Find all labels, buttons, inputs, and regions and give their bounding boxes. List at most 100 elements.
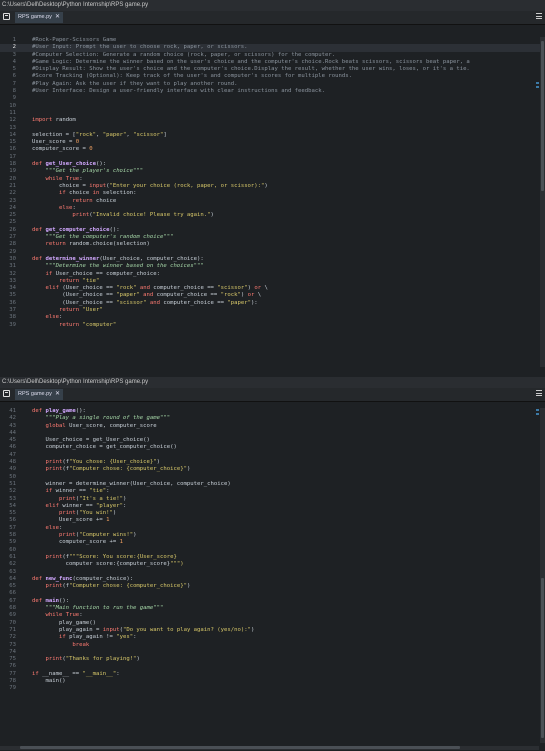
code-line[interactable]: 71 play_again = input("Do you want to pl… [0, 627, 545, 634]
code-line[interactable]: 49 print(f"Computer chose: {computer_cho… [0, 466, 545, 473]
code-line[interactable]: 9 [0, 95, 545, 102]
code-line[interactable]: 25 [0, 219, 545, 226]
code-line[interactable]: 59 computer_score += 1 [0, 539, 545, 546]
code-line[interactable]: 17 [0, 154, 545, 161]
scrollbar-thumb[interactable] [541, 41, 544, 191]
code-line[interactable]: 16 computer_score = 0 [0, 146, 545, 153]
code-line[interactable]: 34 elif (User_choice == "rock" and compu… [0, 285, 545, 292]
code-line[interactable]: 78 main() [0, 678, 545, 685]
code-line[interactable]: 61 print(f"""Score: You score:{User_scor… [0, 554, 545, 561]
code-line[interactable]: 32 if User_choice == computer_choice: [0, 271, 545, 278]
code-line[interactable]: 21 choice = input("Enter your choice (ro… [0, 183, 545, 190]
code-line[interactable]: 41 def play_game(): [0, 408, 545, 415]
code-line[interactable]: 35 (User_choice == "paper" and computer_… [0, 292, 545, 299]
line-number: 75 [9, 656, 16, 663]
code-line[interactable]: 44 [0, 430, 545, 437]
code-line[interactable]: 58 print("Computer wins!") [0, 532, 545, 539]
code-line[interactable]: 45 User_choice = get_User_choice() [0, 437, 545, 444]
code-line[interactable]: 38 else: [0, 314, 545, 321]
vertical-scrollbar[interactable] [540, 37, 545, 367]
code-line[interactable]: 74 [0, 649, 545, 656]
code-line[interactable]: 5 #Display Result: Show the user's choice… [0, 66, 545, 73]
code-line[interactable]: 7 #Play Again: Ask the user if they want … [0, 81, 545, 88]
tab-rps-game[interactable]: RPS game.py ✕ [15, 12, 63, 23]
code-line[interactable]: 15 User_score = 0 [0, 139, 545, 146]
code-line[interactable]: 31 """Determine the winner based on the … [0, 263, 545, 270]
vertical-scrollbar[interactable] [540, 408, 545, 743]
code-line[interactable]: 22 if choice in selection: [0, 190, 545, 197]
code-line[interactable]: 29 [0, 249, 545, 256]
code-line[interactable]: 8 #User Interface: Design a user-friendly… [0, 88, 545, 95]
horizontal-scrollbar[interactable] [0, 746, 539, 750]
code-line[interactable]: 28 return random.choice(selection) [0, 241, 545, 248]
code-text: winner = determine_winner(User_choice, c… [32, 480, 231, 487]
code-line[interactable]: 37 return "User" [0, 307, 545, 314]
code-line[interactable]: 46 computer_choice = get_computer_choice… [0, 444, 545, 451]
code-area[interactable]: 41 def play_game(): 42 """Play a single ro… [0, 408, 545, 693]
code-line[interactable]: 26 def get_computer_choice(): [0, 227, 545, 234]
code-line[interactable]: 27 """Get the computer's random choice""… [0, 234, 545, 241]
code-line[interactable]: 42 """Play a single round of the game""" [0, 415, 545, 422]
line-number: 67 [9, 597, 16, 604]
window-icon[interactable] [3, 390, 10, 397]
code-line[interactable]: 2 #User Input: Prompt the user to choose … [0, 44, 545, 52]
code-line[interactable]: 23 return choice [0, 198, 545, 205]
code-line[interactable]: 57 else: [0, 525, 545, 532]
code-line[interactable]: 43 global User_score, computer_score [0, 423, 545, 430]
code-line[interactable]: 25 print("Invalid choice! Please try aga… [0, 212, 545, 219]
horizontal-scrollbar-thumb[interactable] [20, 746, 460, 749]
code-line[interactable]: 67 def main(): [0, 598, 545, 605]
code-line[interactable]: 52 if winner == "tie": [0, 488, 545, 495]
code-line[interactable]: 76 [0, 663, 545, 670]
menu-icon[interactable] [536, 390, 542, 396]
code-line[interactable]: 20 while True: [0, 176, 545, 183]
close-icon[interactable]: ✕ [55, 12, 60, 23]
code-line[interactable]: 33 return "tie" [0, 278, 545, 285]
code-line[interactable]: 60 [0, 547, 545, 554]
code-line[interactable]: 70 play_game() [0, 620, 545, 627]
code-line[interactable]: 48 print(f"You chose: {User_choice}") [0, 459, 545, 466]
code-line[interactable]: 73 break [0, 642, 545, 649]
code-text: print("You win!") [58, 510, 117, 517]
code-line[interactable]: 62 computer score:{computer_score}""") [0, 561, 545, 568]
code-line[interactable]: 56 User_score += 1 [0, 517, 545, 524]
code-line[interactable]: 3 #Computer Selection: Generate a random … [0, 52, 545, 59]
code-line[interactable]: 36 (User_choice == "scissor" and compute… [0, 300, 545, 307]
code-line[interactable]: 39 return "computer" [0, 322, 545, 329]
menu-icon[interactable] [536, 13, 542, 19]
code-line[interactable]: 12 import random [0, 117, 545, 124]
code-line[interactable]: 6 #Score Tracking (Optional): Keep track … [0, 73, 545, 80]
code-line[interactable]: 53 print("It's a tie!") [0, 496, 545, 503]
code-line[interactable]: 75 print("Thanks for playing!") [0, 656, 545, 663]
code-area[interactable]: 1 #Rock-Paper-Scissors Game 2 #User Input: … [0, 37, 545, 329]
code-line[interactable]: 55 print("You win!") [0, 510, 545, 517]
close-icon[interactable]: ✕ [55, 389, 60, 400]
code-line[interactable]: 63 [0, 569, 545, 576]
code-line[interactable]: 68 """Main function to run the game""" [0, 605, 545, 612]
code-line[interactable]: 1 #Rock-Paper-Scissors Game [0, 37, 545, 44]
scrollbar-thumb[interactable] [541, 578, 544, 738]
tab-rps-game[interactable]: RPS game.py ✕ [15, 389, 63, 400]
code-line[interactable]: 64 def new_func(computer_choice): [0, 576, 545, 583]
tab-label: RPS game.py [18, 391, 52, 397]
code-line[interactable]: 65 print(f"Computer chose: {computer_cho… [0, 583, 545, 590]
code-line[interactable]: 10 [0, 103, 545, 110]
code-line[interactable]: 69 while True: [0, 612, 545, 619]
code-line[interactable]: 54 elif winner == "player": [0, 503, 545, 510]
code-line[interactable]: 51 winner = determine_winner(User_choice… [0, 481, 545, 488]
code-line[interactable]: 19 """Get the player's choice""" [0, 168, 545, 175]
code-line[interactable]: 24 else: [0, 205, 545, 212]
code-line[interactable]: 11 [0, 110, 545, 117]
code-line[interactable]: 18 def get_User_choice(): [0, 161, 545, 168]
code-line[interactable]: 47 [0, 452, 545, 459]
code-line[interactable]: 77 if __name__ == "__main__": [0, 671, 545, 678]
code-line[interactable]: 4 #Game Logic: Determine the winner based… [0, 59, 545, 66]
code-line[interactable]: 30 def determine_winner(User_choice, comp… [0, 256, 545, 263]
code-line[interactable]: 79 [0, 685, 545, 692]
code-line[interactable]: 14 selection = ["rock", "paper", "scissor… [0, 132, 545, 139]
code-line[interactable]: 50 [0, 474, 545, 481]
window-icon[interactable] [3, 13, 10, 20]
code-line[interactable]: 13 [0, 125, 545, 132]
code-line[interactable]: 72 if play_again != "yes": [0, 634, 545, 641]
code-line[interactable]: 66 [0, 590, 545, 597]
